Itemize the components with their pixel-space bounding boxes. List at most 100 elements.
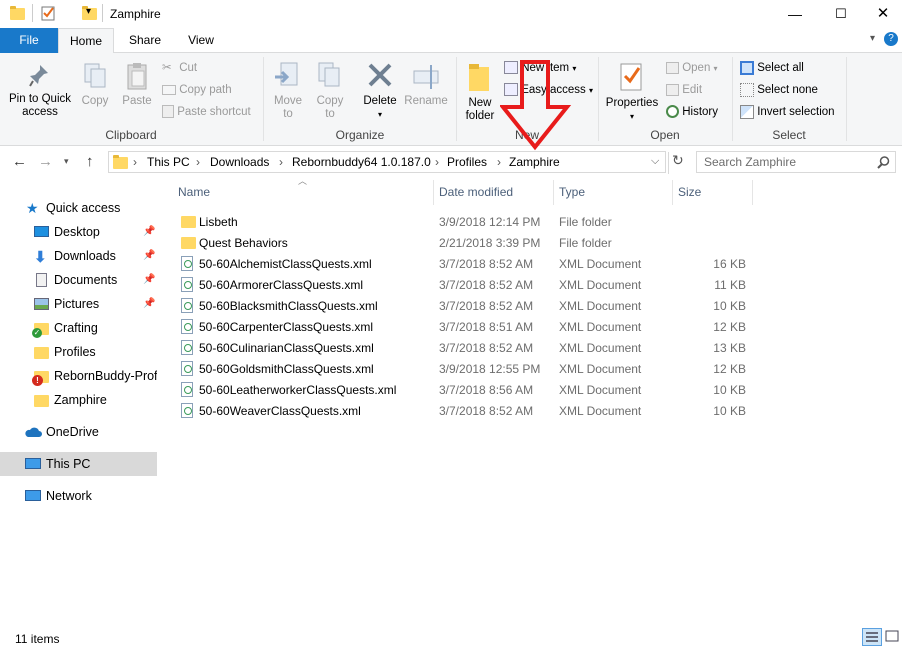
file-name: Quest Behaviors [199,236,288,250]
recent-locations-icon[interactable]: ▾ [64,156,69,167]
properties-icon[interactable] [41,5,57,21]
divider[interactable] [672,180,673,205]
copy-to-button[interactable]: Copy to [310,61,350,121]
help-icon[interactable]: ? [884,32,898,46]
table-row[interactable]: 50-60CulinarianClassQuests.xml 3/7/2018 8… [176,338,902,359]
select-none-button[interactable]: Select none [740,80,818,100]
sidebar-item-rebornbuddy-profiles[interactable]: ! RebornBuddy-Profi [0,364,157,388]
sidebar-item-quick-access[interactable]: ★ Quick access [0,196,157,220]
breadcrumb-downloads[interactable]: Downloads [210,155,269,169]
sidebar-item-this-pc[interactable]: This PC [0,452,157,476]
paste-shortcut-button[interactable]: Paste shortcut [162,102,251,122]
tab-share[interactable]: Share [120,28,170,53]
delete-dropdown-icon[interactable]: ▾ [360,108,400,121]
collapse-ribbon-icon[interactable]: ▾ [870,33,875,44]
tab-view[interactable]: View [176,28,226,53]
search-icon[interactable] [877,156,890,169]
divider [846,57,847,141]
up-arrow-icon[interactable]: ↑ [86,153,94,170]
sidebar-item-crafting[interactable]: ✓ Crafting [0,316,157,340]
sidebar-item-zamphire[interactable]: Zamphire [0,388,157,412]
file-type: XML Document [559,404,642,418]
properties-button[interactable]: Properties ▾ [604,61,660,123]
details-view-icon [866,632,878,642]
table-row[interactable]: Lisbeth 3/9/2018 12:14 PM File folder [176,212,902,233]
table-row[interactable]: 50-60AlchemistClassQuests.xml 3/7/2018 8:… [176,254,902,275]
back-arrow-icon[interactable]: ← [12,153,27,170]
refresh-icon[interactable]: ↻ [668,152,684,174]
delete-button[interactable]: Delete ▾ [360,61,400,121]
column-header-name[interactable]: Name [178,185,210,199]
open-label: Open [682,62,711,74]
table-row[interactable]: 50-60BlacksmithClassQuests.xml 3/7/2018 8… [176,296,902,317]
table-row[interactable]: 50-60CarpenterClassQuests.xml 3/7/2018 8:… [176,317,902,338]
sidebar-item-onedrive[interactable]: OneDrive [0,420,157,444]
breadcrumb-rebornbuddy[interactable]: Rebornbuddy64 1.0.187.0 [292,155,431,169]
maximize-button[interactable]: ☐ [818,0,864,28]
table-row[interactable]: Quest Behaviors 2/21/2018 3:39 PM File fol… [176,233,902,254]
rename-button[interactable]: Rename [402,61,450,108]
table-row[interactable]: 50-60GoldsmithClassQuests.xml 3/9/2018 12… [176,359,902,380]
ribbon: Pin to Quick access Copy Paste ✂ Cut Cop… [0,53,902,151]
column-header-date-modified[interactable]: Date modified [439,185,513,199]
download-arrow-icon: ⬇ [34,249,47,266]
divider[interactable] [553,180,554,205]
invert-selection-button[interactable]: Invert selection [740,102,835,122]
copy-to-icon [318,62,340,87]
history-button[interactable]: History [666,102,718,122]
divider[interactable] [433,180,434,205]
column-header-size[interactable]: Size [678,185,701,199]
select-all-button[interactable]: Select all [740,58,804,78]
rename-icon [413,65,439,89]
customize-toolbar-icon[interactable]: ▾ [86,6,91,17]
sidebar-item-documents[interactable]: Documents 📌 [0,268,157,292]
sidebar-item-network[interactable]: Network [0,484,157,508]
table-row[interactable]: 50-60WeaverClassQuests.xml 3/7/2018 8:52 … [176,401,902,422]
sidebar-item-pictures[interactable]: Pictures 📌 [0,292,157,316]
search-input[interactable]: Search Zamphire [704,155,796,169]
details-view-button[interactable] [862,628,882,646]
file-name: 50-60WeaverClassQuests.xml [199,404,361,418]
divider [32,4,33,22]
breadcrumb-separator: › [435,155,439,169]
open-button[interactable]: Open ▾ [666,58,718,78]
tab-file[interactable]: File [0,28,58,53]
table-row[interactable]: 50-60ArmorerClassQuests.xml 3/7/2018 8:52… [176,275,902,296]
cut-label: Cut [179,62,198,75]
breadcrumb-this-pc[interactable]: This PC [147,155,190,169]
pin-icon[interactable]: 📌 [143,244,155,268]
large-icons-view-button[interactable] [884,628,900,646]
tab-home[interactable]: Home [58,28,114,54]
table-row[interactable]: 50-60LeatherworkerClassQuests.xml 3/7/201… [176,380,902,401]
star-icon: ★ [26,200,39,216]
divider[interactable] [752,180,753,205]
search-box[interactable]: Search Zamphire [696,151,896,173]
pin-icon[interactable]: 📌 [143,220,155,244]
edit-button[interactable]: Edit [666,80,702,100]
sidebar-item-downloads[interactable]: ⬇ Downloads 📌 [0,244,157,268]
breadcrumb-zamphire[interactable]: Zamphire [509,155,560,169]
copy-path-button[interactable]: Copy path [162,80,232,100]
new-folder-button[interactable]: New folder [460,61,500,123]
paste-button[interactable]: Paste [118,61,156,108]
pin-icon[interactable]: 📌 [143,292,155,316]
open-dropdown-icon: ▾ [713,64,718,73]
clipboard-group-label: Clipboard [105,128,157,142]
pictures-label: Pictures [54,297,100,311]
pin-to-quick-access-button[interactable]: Pin to Quick access [4,63,76,119]
sidebar-item-desktop[interactable]: Desktop 📌 [0,220,157,244]
properties-dropdown-icon[interactable]: ▾ [604,110,660,123]
close-button[interactable]: ✕ [864,0,902,28]
minimize-button[interactable]: — [772,0,818,28]
move-to-button[interactable]: Move to [268,61,308,121]
cut-button[interactable]: ✂ Cut [162,58,197,78]
sidebar-item-profiles[interactable]: Profiles [0,340,157,364]
sort-ascending-icon: ︿ [298,176,308,186]
breadcrumb-profiles[interactable]: Profiles [447,155,487,169]
address-dropdown-icon[interactable]: ⌵ [651,155,659,168]
address-bar[interactable]: › This PC › Downloads › Rebornbuddy64 1.… [108,151,666,173]
forward-arrow-icon[interactable]: → [38,153,53,170]
copy-button[interactable]: Copy [78,61,112,108]
pin-icon[interactable]: 📌 [143,268,155,292]
column-header-type[interactable]: Type [559,185,585,199]
